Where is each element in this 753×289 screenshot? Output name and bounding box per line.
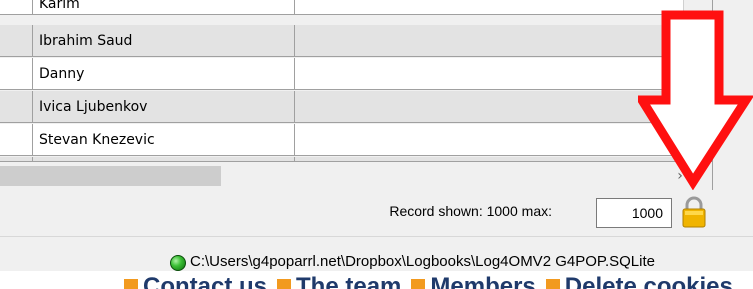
- horizontal-scroll-thumb[interactable]: [0, 166, 221, 186]
- table-row[interactable]: Ivica Ljubenkov: [0, 91, 683, 123]
- bullet-icon: [277, 279, 292, 289]
- down-arrow-annotation: [638, 10, 753, 190]
- table-row[interactable]: Danny: [0, 58, 683, 90]
- bullet-icon: [545, 279, 560, 289]
- padlock-icon[interactable]: [680, 195, 708, 229]
- footer-link-team[interactable]: The team: [277, 273, 401, 289]
- table-row[interactable]: Karim: [0, 0, 683, 15]
- log-grid[interactable]: Karim Ibrahim Saud Danny Ivica Ljubenkov…: [0, 0, 713, 190]
- status-led-icon: [170, 255, 186, 271]
- max-records-input[interactable]: 1000: [596, 198, 672, 228]
- record-shown-label: Record shown: 1000 max:: [389, 203, 552, 219]
- callsign-name-cell[interactable]: Danny: [33, 58, 295, 89]
- table-row[interactable]: Stevan Knezevic: [0, 124, 683, 156]
- web-footer: Contact us The team Members Delete cooki…: [0, 271, 753, 289]
- bullet-icon: [411, 279, 426, 289]
- footer-link-delete-cookies[interactable]: Delete cookies: [545, 273, 733, 289]
- status-bar: C:\Users\g4poparrl.net\Dropbox\Logbooks\…: [0, 237, 753, 271]
- callsign-name-cell[interactable]: Karim: [33, 0, 295, 14]
- bullet-icon: [124, 279, 138, 289]
- record-bar: Record shown: 1000 max: 1000: [0, 190, 713, 234]
- record-shown-count: 1000: [486, 203, 518, 219]
- database-path: C:\Users\g4poparrl.net\Dropbox\Logbooks\…: [190, 253, 655, 270]
- callsign-name-cell[interactable]: Ibrahim Saud: [33, 25, 295, 56]
- footer-link-members[interactable]: Members: [411, 273, 536, 289]
- table-row[interactable]: Ibrahim Saud: [0, 25, 683, 57]
- callsign-name-cell[interactable]: Ivica Ljubenkov: [33, 91, 295, 122]
- callsign-name-cell[interactable]: Stevan Knezevic: [33, 124, 295, 155]
- horizontal-scrollbar[interactable]: ›: [0, 161, 712, 190]
- footer-link-contact[interactable]: Contact us: [124, 273, 267, 289]
